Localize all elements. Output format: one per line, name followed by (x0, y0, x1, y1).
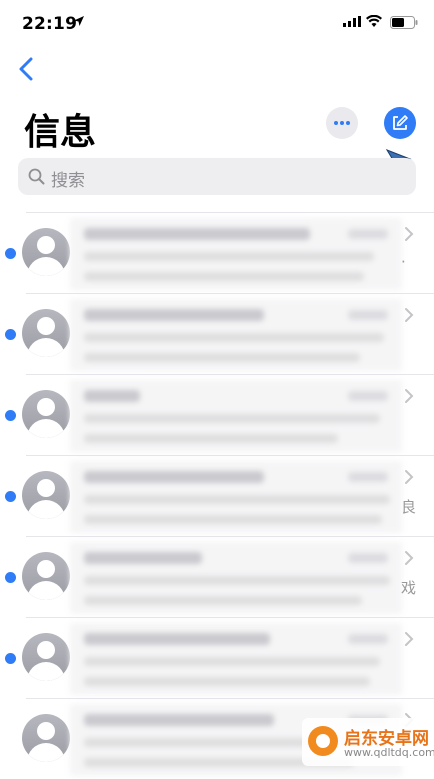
watermark: 启东安卓网 www.qdltdq.com (302, 718, 434, 766)
contact-avatar (22, 309, 70, 357)
conversation-row[interactable]: 戏 (0, 536, 434, 617)
row-separator (26, 455, 434, 456)
conversation-row[interactable]: 良 (0, 455, 434, 536)
chevron-right-icon (405, 632, 414, 646)
unread-dot (5, 410, 16, 421)
row-separator (26, 212, 434, 213)
unread-dot (5, 491, 16, 502)
compose-icon (393, 115, 408, 130)
row-separator (26, 374, 434, 375)
conversation-row[interactable] (0, 617, 434, 698)
page-title: 信息 (24, 112, 97, 153)
back-chevron-icon[interactable] (16, 56, 40, 82)
search-icon (28, 168, 45, 185)
contact-avatar (22, 228, 70, 276)
contact-avatar (22, 471, 70, 519)
contact-avatar (22, 714, 70, 762)
chevron-right-icon (405, 227, 414, 241)
conversation-row[interactable]: · (0, 212, 434, 293)
watermark-url: www.qdltdq.com (344, 746, 434, 759)
status-bar: 22:19 (0, 0, 434, 44)
conversation-list: · 良戏 (0, 212, 434, 776)
chevron-right-icon (405, 551, 414, 565)
compose-button[interactable] (384, 107, 416, 139)
blurred-message-preview (70, 542, 402, 614)
blurred-message-preview (70, 299, 402, 371)
unread-dot (5, 572, 16, 583)
row-separator (26, 536, 434, 537)
conversation-row[interactable] (0, 374, 434, 455)
unread-dot (5, 248, 16, 259)
blurred-message-preview (70, 380, 402, 452)
status-time: 22:19 (22, 14, 78, 34)
location-arrow-icon (74, 16, 84, 26)
chevron-right-icon (405, 308, 414, 322)
signal-icon (343, 16, 361, 27)
blurred-message-preview (70, 623, 402, 695)
preview-edge-char: · (401, 253, 406, 271)
contact-avatar (22, 390, 70, 438)
unread-dot (5, 653, 16, 664)
chevron-right-icon (405, 389, 414, 403)
watermark-logo-icon (308, 726, 338, 756)
more-options-button[interactable] (326, 107, 358, 139)
search-field[interactable]: 搜索 (18, 158, 416, 195)
blurred-message-preview (70, 461, 402, 533)
ellipsis-icon (334, 121, 350, 125)
battery-icon (390, 16, 418, 29)
search-placeholder: 搜索 (51, 171, 85, 191)
unread-dot (5, 329, 16, 340)
conversation-row[interactable] (0, 293, 434, 374)
row-separator (26, 698, 434, 699)
wifi-icon (366, 15, 382, 27)
blurred-message-preview (70, 218, 402, 290)
contact-avatar (22, 552, 70, 600)
row-separator (26, 293, 434, 294)
preview-edge-char: 戏 (401, 579, 417, 597)
chevron-right-icon (405, 470, 414, 484)
contact-avatar (22, 633, 70, 681)
row-separator (26, 617, 434, 618)
preview-edge-char: 良 (401, 498, 417, 516)
